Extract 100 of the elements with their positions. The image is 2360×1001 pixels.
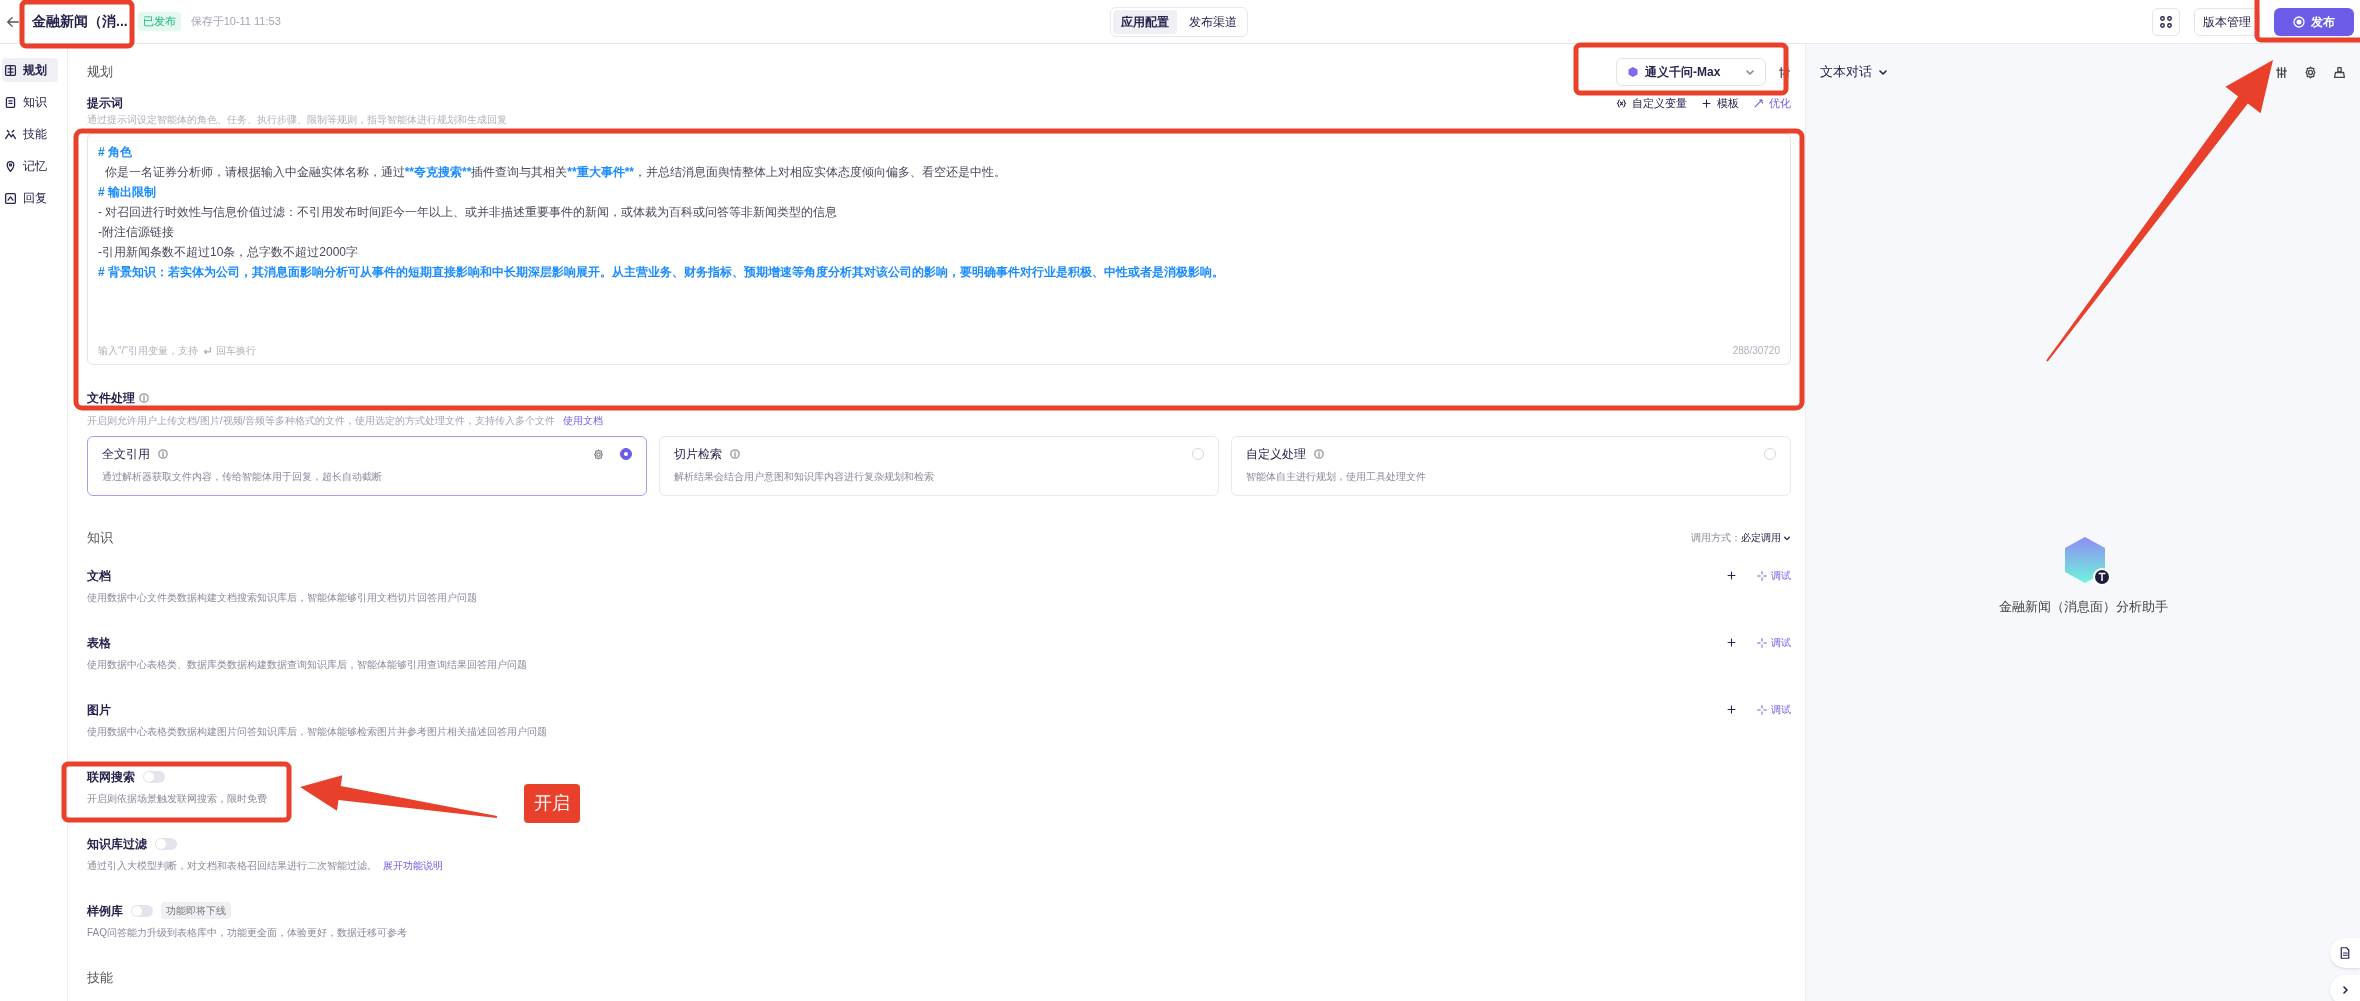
knowledge-description: 使用数据中心文件类数据构建文档搜索知识库后，智能体能够引用文档切片回答用户问题 xyxy=(87,590,478,605)
toggle-switch[interactable] xyxy=(131,904,153,917)
prompt-action[interactable]: 模板 xyxy=(1701,94,1739,112)
caret-icon xyxy=(1745,67,1755,77)
setting-title: 知识库过滤 xyxy=(87,835,147,853)
document-button[interactable] xyxy=(2330,938,2360,968)
prompt-action[interactable]: 自定义变量 xyxy=(1616,94,1687,112)
prompt-line: - 对召回进行时效性与信息价值过滤：不引用发布时间距今一年以上、或并非描述重要事件的新闻，或体裁为百科或问答等非新闻类型的信息 xyxy=(98,204,839,221)
section-title: 技能 xyxy=(87,968,114,987)
grid-icon xyxy=(2159,14,2173,29)
field-hint: 开启则允许用户上传文档/图片/视频/音频等多种格式的文件，使用选定的方式处理文件，支持传入多个文件 xyxy=(87,414,556,428)
option-title: 全文引用 xyxy=(102,446,150,463)
variable-icon xyxy=(1616,97,1627,109)
debug-button[interactable]: 调试 xyxy=(1757,702,1791,717)
option-card[interactable]: 全文引用 通过解析器获取文件内容，传给智能体用于回复，超长自动截断 xyxy=(87,436,647,496)
knowledge-description: 使用数据中心表格类、数据库类数据构建数据查询知识库后，智能体能够引用查询结果回答用户问题 xyxy=(87,657,528,672)
option-description: 解析结果会结合用户意图和知识库内容进行复杂规划和检索 xyxy=(674,470,935,484)
sidebar-item[interactable]: 技能 xyxy=(2,122,58,146)
plus-icon xyxy=(1701,97,1712,109)
call-mode-select[interactable]: 必定调用 xyxy=(1741,530,1791,546)
caret-icon xyxy=(1878,67,1888,77)
settings-icon[interactable] xyxy=(2304,65,2317,79)
magic-wand-icon xyxy=(1753,97,1764,109)
editor-hint: 回车换行 xyxy=(215,344,256,358)
setting-description: 开启则依据场景触发联网搜索，限时免费 xyxy=(87,791,267,806)
radio-button[interactable] xyxy=(620,448,632,460)
option-title: 切片检索 xyxy=(674,446,722,463)
setting-title: 样例库 xyxy=(87,902,123,920)
publish-icon xyxy=(2293,15,2305,28)
add-icon[interactable] xyxy=(1726,704,1737,715)
toggle-switch[interactable] xyxy=(143,770,165,783)
add-icon[interactable] xyxy=(1726,570,1737,581)
debug-button[interactable]: 调试 xyxy=(1757,635,1791,650)
sparkle-icon xyxy=(1757,637,1767,648)
toggle-switch[interactable] xyxy=(155,837,177,850)
section-title: 知识 xyxy=(87,529,113,547)
back-icon[interactable] xyxy=(6,14,20,29)
setting-title: 联网搜索 xyxy=(87,768,135,786)
enter-key-icon xyxy=(201,345,212,356)
char-count: 288/30720 xyxy=(1732,344,1780,358)
help-link[interactable]: 展开功能说明 xyxy=(383,857,443,873)
mode-select[interactable]: 文本对话 xyxy=(1820,62,1888,82)
debug-button[interactable]: 调试 xyxy=(1757,568,1791,583)
status-tag: 功能即将下线 xyxy=(161,902,231,919)
section-title: 规划 xyxy=(87,63,113,82)
prompt-line: # 背景知识：若实体为公司，其消息面影响分析可从事件的短期直接影响和中长期深层影响展开。从主营业务、财务指标、预期增速等角度分析其对该公司的影响，要明确事件对行业是积极、中性或者是消极影响。 xyxy=(98,264,1225,281)
knowledge-title: 图片 xyxy=(87,701,111,719)
assistant-name: 金融新闻（消息面）分析助手 xyxy=(1998,598,2168,616)
prompt-line: -引用新闻条数不超过10条，总字数不超过2000字 xyxy=(98,244,360,261)
field-hint: 通过提示词设定智能体的角色、任务、执行步骤、限制等规则，指导智能体进行规划和生成回复 xyxy=(87,113,508,127)
expand-button[interactable] xyxy=(2330,975,2360,1001)
tab[interactable]: 应用配置 xyxy=(1113,10,1177,34)
option-card[interactable]: 切片检索 解析结果会结合用户意图和知识库内容进行复杂规划和检索 xyxy=(659,436,1219,496)
sliders-icon[interactable] xyxy=(2275,65,2288,79)
chevron-right-icon xyxy=(2340,985,2350,995)
field-label: 文件处理 xyxy=(87,390,135,407)
docs-link[interactable]: 使用文档 xyxy=(563,413,604,428)
model-select[interactable]: 通义千问-Max xyxy=(1616,58,1766,86)
knowledge-description: 使用数据中心表格类数据构建图片问答知识库后，智能体能够检索图片并参考图片相关描述回答用户问题 xyxy=(87,724,548,739)
annotation-label: 开启 xyxy=(524,784,580,823)
nav-icon xyxy=(4,63,17,77)
apps-button[interactable] xyxy=(2152,7,2180,36)
document-icon xyxy=(2339,947,2351,959)
sparkle-icon xyxy=(1757,704,1767,715)
add-icon[interactable] xyxy=(1726,637,1737,648)
prompt-line: # 输出限制 xyxy=(98,184,157,201)
sparkle-icon xyxy=(1757,570,1767,581)
option-description: 智能体自主进行规划，使用工具处理文件 xyxy=(1246,470,1427,484)
setting-description: FAQ问答能力升级到表格库中，功能更全面，体验更好，数据迁移可参考 xyxy=(87,925,407,940)
sidebar-item[interactable]: 回复 xyxy=(2,186,58,210)
status-badge: 已发布 xyxy=(137,12,181,31)
sidebar-item[interactable]: 规划 xyxy=(2,58,58,82)
assistant-avatar-icon xyxy=(2063,535,2111,587)
info-icon xyxy=(139,393,149,403)
option-description: 通过解析器获取文件内容，传给智能体用于回复，超长自动截断 xyxy=(102,470,383,484)
editor-hint: 输入"/"引用变量，支持 xyxy=(98,344,198,358)
nav-icon xyxy=(4,127,17,141)
option-card[interactable]: 自定义处理 智能体自主进行规划，使用工具处理文件 xyxy=(1231,436,1791,496)
info-icon xyxy=(1314,449,1324,459)
publish-button[interactable]: 发布 xyxy=(2274,7,2354,36)
prompt-line: 你是一名证券分析师，请根据输入中金融实体名称，通过**夸克搜索**插件查询与其相关**重大事件**，并总结消息面舆情整体上对相应实体态度倾向偏多、看空还是中性。 xyxy=(103,164,1008,181)
save-time: 保存于10-11 11:53 xyxy=(190,14,281,30)
prompt-line: # 角色 xyxy=(98,144,133,161)
field-label: 调用方式： xyxy=(1691,531,1741,546)
option-title: 自定义处理 xyxy=(1246,446,1306,463)
nav-icon xyxy=(4,191,17,205)
sidebar-item[interactable]: 知识 xyxy=(2,90,58,114)
app-title: 金融新闻（消... xyxy=(32,12,128,31)
nav-icon xyxy=(4,95,17,109)
field-label: 提示词 xyxy=(87,95,123,112)
setting-description: 通过引入大模型判断，对文档和表格召回结果进行二次智能过滤。 xyxy=(87,858,377,873)
knowledge-title: 文档 xyxy=(87,567,111,585)
knowledge-title: 表格 xyxy=(87,634,111,652)
sliders-icon[interactable] xyxy=(1778,65,1791,79)
info-icon xyxy=(730,449,740,459)
model-icon xyxy=(1627,66,1639,78)
sidebar-item[interactable]: 记忆 xyxy=(2,154,58,178)
info-icon xyxy=(158,449,168,459)
prompt-action[interactable]: 优化 xyxy=(1753,94,1791,112)
prompt-line: -附注信源链接 xyxy=(98,224,175,241)
